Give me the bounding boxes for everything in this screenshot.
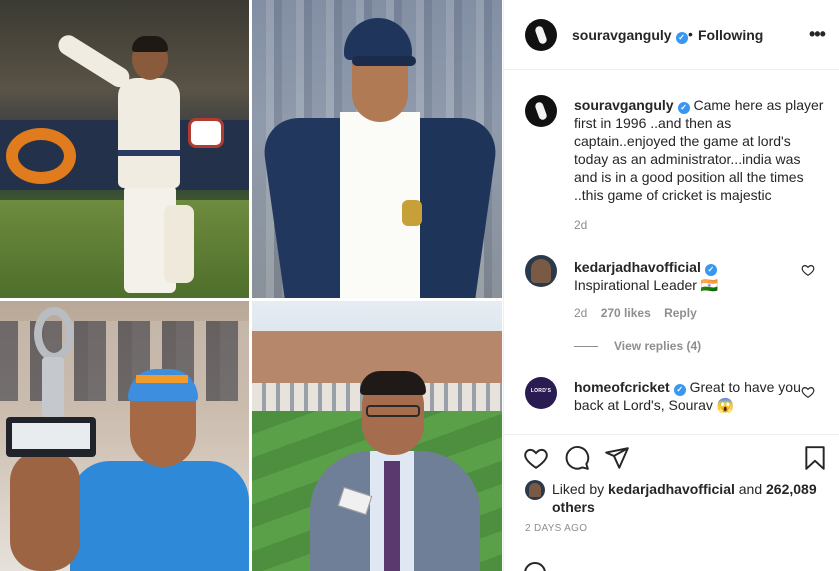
sponsor-logo [6, 128, 76, 184]
separator-dot: • [688, 26, 693, 42]
post-header: souravganguly ✓ • Following ••• [504, 0, 839, 70]
raised-arm [54, 31, 134, 91]
caption-author-avatar[interactable] [525, 95, 557, 127]
author-username-link[interactable]: souravganguly ✓ [572, 27, 688, 44]
cricket-sweater [118, 78, 180, 188]
batting-pad [164, 205, 194, 283]
reply-button[interactable]: Reply [664, 306, 697, 320]
comment-likes[interactable]: 270 likes [601, 306, 651, 320]
view-replies-line [574, 346, 598, 347]
comment-bubble-icon[interactable] [564, 445, 590, 471]
liker-avatar[interactable] [525, 480, 545, 500]
photo-captain-blazer [252, 0, 502, 298]
liked-by-summary[interactable]: Liked by kedarjadhavofficial and 262,089… [552, 480, 822, 516]
player-face [352, 60, 408, 122]
liked-by-prefix: Liked by [552, 481, 605, 497]
cap-band [136, 375, 188, 383]
avatar-figure [529, 483, 541, 497]
hair [360, 371, 426, 395]
more-options-icon[interactable]: ••• [809, 24, 826, 45]
raised-arm [10, 451, 80, 571]
player-face [130, 397, 196, 467]
comment: homeofcricket ✓ Great to have you back at… [574, 378, 804, 414]
player-hair [132, 36, 168, 52]
post-actions: Liked by kedarjadhavofficial and 262,089… [504, 434, 839, 571]
batting-glove [188, 118, 224, 148]
caption-username[interactable]: souravganguly [574, 97, 674, 113]
photo-batsman-celebrating [0, 0, 249, 298]
cap-brim [352, 56, 416, 66]
verified-badge-icon: ✓ [704, 264, 717, 276]
share-paper-plane-icon[interactable] [604, 445, 630, 471]
blue-jersey [70, 461, 249, 571]
verified-badge-icon: ✓ [673, 384, 686, 396]
lords-logo: LORD'S [530, 388, 552, 394]
comment-username[interactable]: kedarjadhavofficial [574, 259, 701, 275]
comment: kedarjadhavofficial ✓ Inspirational Leade… [574, 258, 804, 294]
comment-username[interactable]: homeofcricket [574, 379, 670, 395]
post-image-collage[interactable] [0, 0, 502, 571]
blazer-badge [402, 200, 422, 226]
emoji-icon[interactable] [524, 562, 546, 571]
author-avatar[interactable] [525, 19, 557, 51]
post-caption: souravganguly ✓ Came here as player first… [574, 96, 824, 204]
post-side-panel: souravganguly ✓ • Following ••• souravgan… [503, 0, 839, 571]
post-date[interactable]: 2 DAYS AGO [525, 523, 587, 534]
photo-lords-administrator [252, 301, 502, 571]
comment-like-heart-icon[interactable] [801, 385, 815, 399]
photo-trophy [0, 301, 249, 571]
commenter-avatar[interactable]: LORD'S [525, 377, 557, 409]
verified-badge-icon: ✓ [675, 32, 688, 44]
like-heart-icon[interactable] [523, 445, 549, 471]
avatar-figure [534, 101, 548, 121]
trophy-ring [34, 307, 74, 361]
liked-by-and: and [738, 481, 763, 497]
sweater-stripe [118, 150, 180, 156]
liked-by-user[interactable]: kedarjadhavofficial [608, 481, 735, 497]
view-replies-button[interactable]: View replies (4) [614, 339, 701, 353]
trophy-plate [12, 423, 90, 449]
comment-text: Inspirational Leader 🇮🇳 [574, 277, 719, 293]
caption-timestamp[interactable]: 2d [574, 218, 587, 232]
comment-timestamp[interactable]: 2d [574, 306, 587, 320]
comment-meta: 2d 270 likes Reply [574, 306, 707, 320]
comment-like-heart-icon[interactable] [801, 263, 815, 277]
avatar-figure [531, 259, 551, 283]
tie [384, 461, 400, 571]
commenter-avatar[interactable] [525, 255, 557, 287]
glasses [366, 405, 420, 417]
author-username[interactable]: souravganguly [572, 27, 672, 43]
following-button[interactable]: Following [698, 27, 763, 43]
trophy-stem [42, 357, 64, 417]
avatar-figure [534, 25, 548, 45]
verified-badge-icon: ✓ [677, 102, 690, 114]
save-bookmark-icon[interactable] [802, 445, 828, 471]
